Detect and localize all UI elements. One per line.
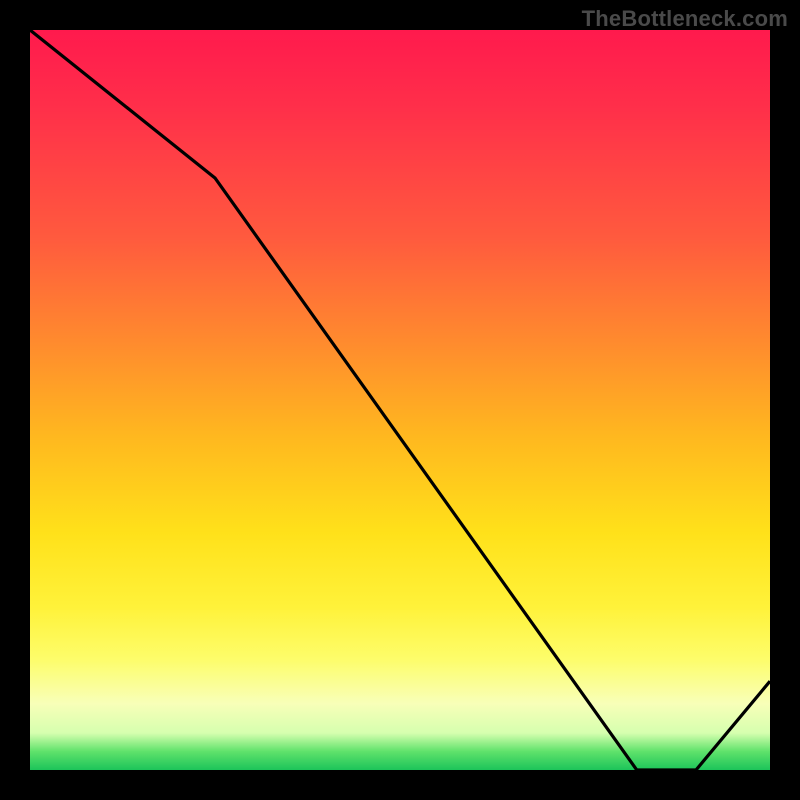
watermark-text: TheBottleneck.com xyxy=(582,6,788,32)
plot-area xyxy=(30,30,770,770)
chart-stage: TheBottleneck.com xyxy=(0,0,800,800)
